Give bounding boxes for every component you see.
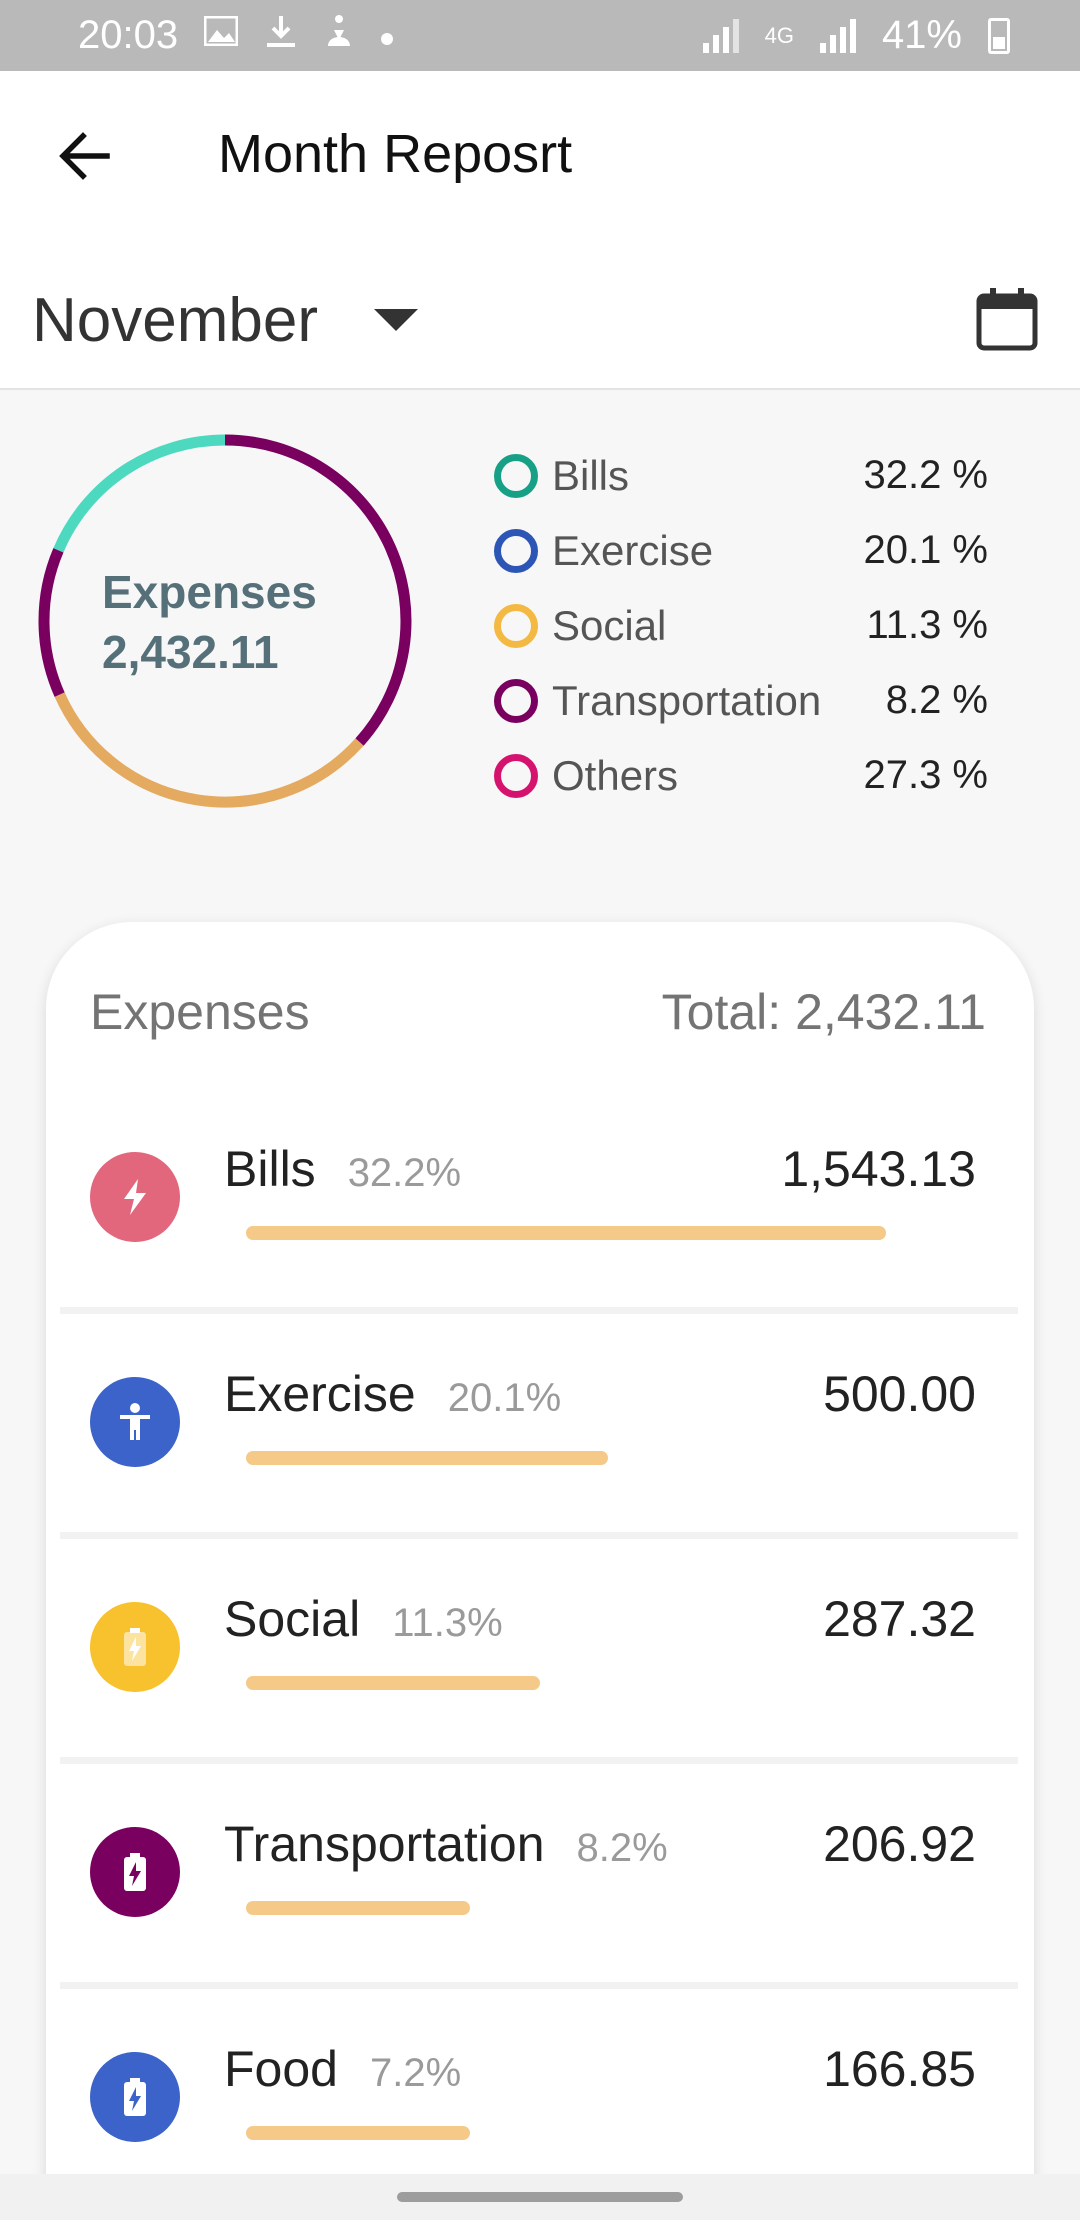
calendar-icon — [976, 288, 1038, 351]
expense-bar — [246, 1676, 540, 1690]
expense-amount: 500.00 — [823, 1366, 976, 1422]
expense-row-transportation[interactable]: Transportation 8.2% 206.92 — [60, 1767, 1018, 1989]
signal-icon — [702, 18, 739, 53]
accessibility-notification-icon — [324, 14, 354, 57]
expense-percent: 20.1% — [447, 1376, 562, 1420]
expense-bar — [246, 1226, 886, 1240]
legend-item-social: Social 11.3 % — [494, 588, 994, 663]
expenses-card: Expenses Total: 2,432.11 Bills 32.2% 1,54… — [46, 922, 1034, 2220]
donut-center-value: 2,432.11 — [102, 626, 279, 678]
month-row: November — [0, 246, 1080, 390]
expense-name-wrap: Exercise 20.1% — [224, 1365, 561, 1423]
battery-icon — [988, 17, 1010, 54]
triangle-down-icon — [374, 309, 418, 331]
battery-charging-icon — [90, 1827, 180, 1917]
lightning-icon — [90, 1152, 180, 1242]
expense-bar — [246, 1451, 609, 1465]
expense-name: Transportation — [224, 1816, 545, 1872]
expense-percent: 8.2% — [576, 1826, 668, 1870]
status-bar: 20:03 4G 41% — [0, 0, 1080, 71]
legend-ring-icon — [494, 603, 538, 648]
expense-percent: 7.2% — [369, 2051, 462, 2095]
legend-name: Exercise — [552, 526, 714, 574]
expense-row-social[interactable]: Social 11.3% 287.32 — [60, 1542, 1018, 1764]
legend-name: Others — [552, 751, 679, 799]
expense-bar-track — [246, 1676, 540, 1690]
expense-bar — [246, 1901, 470, 1915]
battery-charging-icon — [90, 1602, 180, 1692]
legend-percent: 20.1 % — [863, 528, 988, 572]
expense-percent: 32.2% — [347, 1151, 462, 1195]
expense-amount: 287.32 — [823, 1591, 976, 1647]
page-title: Month Reposrt — [218, 124, 573, 184]
expense-bar-track — [246, 2126, 470, 2140]
dot-icon — [380, 16, 394, 55]
legend-name: Transportation — [552, 676, 822, 724]
donut-center-text: Expenses 2,432.11 — [102, 562, 382, 682]
expense-bar-track — [246, 1451, 609, 1465]
network-type: 4G — [764, 22, 794, 48]
expense-amount: 166.85 — [823, 2041, 976, 2097]
legend-percent: 27.3 % — [863, 753, 988, 797]
expense-name-wrap: Social 11.3% — [224, 1590, 503, 1648]
donut-center-label: Expenses — [102, 566, 317, 618]
expense-bar-track — [246, 1901, 470, 1915]
expense-name-wrap: Bills 32.2% — [224, 1140, 461, 1198]
app-bar: Month Reposrt — [0, 71, 1080, 246]
legend-ring-icon — [494, 753, 538, 798]
calendar-button[interactable] — [974, 286, 1040, 352]
expense-name: Food — [224, 2041, 338, 2097]
status-time: 20:03 — [78, 13, 179, 57]
battery-charging-icon — [90, 2052, 180, 2142]
expense-bar-track — [246, 1226, 886, 1240]
legend-ring-icon — [494, 528, 538, 573]
person-icon — [90, 1377, 180, 1467]
legend-item-transportation: Transportation 8.2 % — [494, 663, 994, 738]
legend-name: Bills — [552, 451, 630, 499]
card-header: Expenses Total: 2,432.11 — [90, 982, 986, 1042]
legend-ring-icon — [494, 678, 538, 723]
arrow-left-icon — [59, 132, 110, 180]
download-icon — [264, 14, 298, 57]
month-label: November — [32, 285, 318, 355]
back-button[interactable] — [50, 121, 120, 191]
gesture-nav-bar — [0, 2174, 1080, 2220]
expense-row-bills[interactable]: Bills 32.2% 1,543.13 — [60, 1092, 1018, 1314]
image-notification-icon — [203, 15, 239, 55]
legend-item-others: Others 27.3 % — [494, 738, 994, 813]
expense-percent: 11.3% — [392, 1601, 503, 1645]
card-total: Total: 2,432.11 — [661, 984, 986, 1040]
home-indicator[interactable] — [397, 2192, 683, 2202]
expense-name: Bills — [224, 1141, 316, 1197]
legend-item-bills: Bills 32.2 % — [494, 438, 994, 513]
month-dropdown[interactable]: November — [32, 284, 418, 356]
legend-name: Social — [552, 601, 667, 649]
signal-icon-2 — [819, 18, 856, 53]
expense-name: Exercise — [224, 1366, 416, 1422]
expense-summary: Expenses 2,432.11 Bills 32.2 % Exercise … — [0, 390, 1080, 890]
legend-item-exercise: Exercise 20.1 % — [494, 513, 994, 588]
card-title: Expenses — [90, 984, 310, 1040]
expense-name: Social — [224, 1591, 361, 1647]
legend-ring-icon — [494, 453, 538, 498]
expense-name-wrap: Food 7.2% — [224, 2040, 461, 2098]
legend-percent: 32.2 % — [863, 453, 988, 497]
battery-percent: 41% — [881, 13, 962, 57]
legend-percent: 8.2 % — [885, 678, 988, 722]
expense-bar — [246, 2126, 470, 2140]
expense-row-exercise[interactable]: Exercise 20.1% 500.00 — [60, 1317, 1018, 1539]
expense-amount: 206.92 — [823, 1816, 976, 1872]
chart-legend: Bills 32.2 % Exercise 20.1 % Social 11.3… — [494, 438, 994, 813]
legend-percent: 11.3 % — [866, 603, 988, 647]
expense-amount: 1,543.13 — [781, 1141, 976, 1197]
expense-name-wrap: Transportation 8.2% — [224, 1815, 668, 1873]
